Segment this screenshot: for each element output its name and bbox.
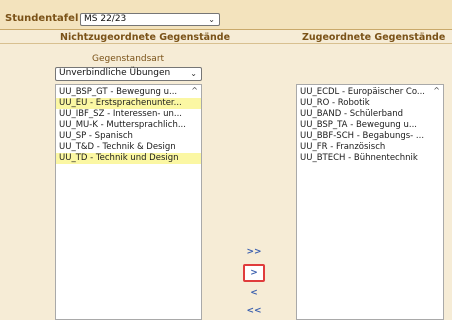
- list-item[interactable]: UÜ_EU - Erstsprachenunter...: [56, 98, 201, 109]
- move-all-left-button[interactable]: <<: [246, 306, 262, 316]
- move-left-button[interactable]: <: [246, 288, 262, 298]
- list-item[interactable]: UÜ_BBF-SCH - Begabungs- ...: [297, 131, 443, 142]
- divider: [0, 29, 452, 30]
- stundentafel-panel: Stundentafel MS 22/23 ⌄ Nichtzugeordnete…: [0, 0, 452, 320]
- list-item[interactable]: UÜ_BAND - Schülerband: [297, 109, 443, 120]
- gegenstandsart-select[interactable]: Unverbindliche Übungen ⌄: [55, 67, 202, 81]
- list-item[interactable]: UÜ_TD - Technik und Design: [56, 153, 201, 164]
- list-item[interactable]: UÜ_BTECH - Bühnentechnik: [297, 153, 443, 164]
- list-item[interactable]: UÜ_FR - Französisch: [297, 142, 443, 153]
- list-item[interactable]: UÜ_T&D - Technik & Design: [56, 142, 201, 153]
- list-item[interactable]: UÜ_ECDL - Europäischer Co...: [297, 87, 443, 98]
- chevron-down-icon: ⌄: [190, 69, 197, 78]
- list-item[interactable]: UÜ_SP - Spanisch: [56, 131, 201, 142]
- stundentafel-select[interactable]: MS 22/23 ⌄: [80, 13, 220, 26]
- list-item[interactable]: UÜ_BSP_GT - Bewegung u...: [56, 87, 201, 98]
- chevron-down-icon: ⌄: [208, 15, 215, 24]
- scroll-up-arrow-icon[interactable]: ^: [191, 86, 198, 95]
- move-right-button[interactable]: >: [243, 264, 265, 282]
- list-item[interactable]: UÜ_IBF_SZ - Interessen- un...: [56, 109, 201, 120]
- gegenstandsart-select-value: Unverbindliche Übungen: [59, 68, 171, 78]
- list-item[interactable]: UÜ_MU-K - Muttersprachlich...: [56, 120, 201, 131]
- stundentafel-label: Stundentafel: [5, 13, 79, 24]
- list-item[interactable]: UÜ_RO - Robotik: [297, 98, 443, 109]
- move-all-right-button[interactable]: >>: [246, 247, 262, 257]
- scroll-up-arrow-icon[interactable]: ^: [433, 86, 440, 95]
- gegenstandsart-label: Gegenstandsart: [92, 54, 165, 64]
- stundentafel-select-value: MS 22/23: [84, 14, 127, 24]
- assigned-subjects-list[interactable]: UÜ_ECDL - Europäischer Co... UÜ_RO - Robo…: [296, 84, 444, 320]
- top-bar: Stundentafel MS 22/23 ⌄: [0, 0, 452, 30]
- divider: [0, 43, 452, 44]
- unassigned-subjects-list[interactable]: UÜ_BSP_GT - Bewegung u... UÜ_EU - Erstspr…: [55, 84, 202, 320]
- list-item[interactable]: UÜ_BSP_TA - Bewegung u...: [297, 120, 443, 131]
